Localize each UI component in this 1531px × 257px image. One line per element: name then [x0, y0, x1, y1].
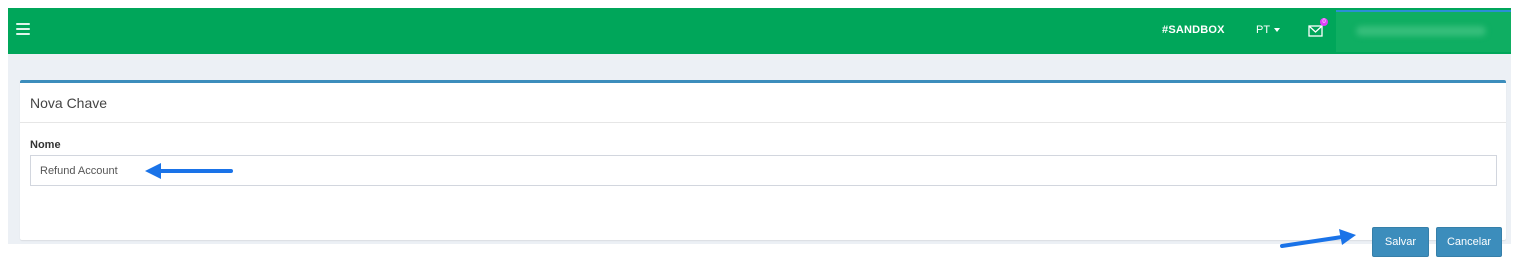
top-navbar: #SANDBOX PT 0	[8, 8, 1511, 54]
language-label: PT	[1256, 24, 1271, 36]
environment-label: #SANDBOX	[1162, 24, 1225, 36]
name-field[interactable]	[30, 155, 1497, 186]
page-title: Nova Chave	[30, 95, 108, 111]
user-name-redacted	[1356, 26, 1486, 36]
caret-down-icon	[1274, 28, 1281, 33]
name-field-label: Nome	[30, 139, 61, 151]
cancel-button[interactable]: Cancelar	[1436, 227, 1502, 257]
hamburger-icon[interactable]	[16, 23, 30, 39]
envelope-icon[interactable]	[1308, 24, 1324, 38]
language-selector[interactable]: PT	[1256, 24, 1281, 36]
new-key-form: Nova Chave Nome Salvar Cancelar	[20, 80, 1506, 257]
page-frame: #SANDBOX PT 0 Nova Chave Nome Salvar Can…	[8, 8, 1511, 257]
notification-badge: 0	[1320, 18, 1328, 26]
form-header: Nova Chave	[20, 83, 1506, 123]
save-button[interactable]: Salvar	[1372, 227, 1429, 257]
